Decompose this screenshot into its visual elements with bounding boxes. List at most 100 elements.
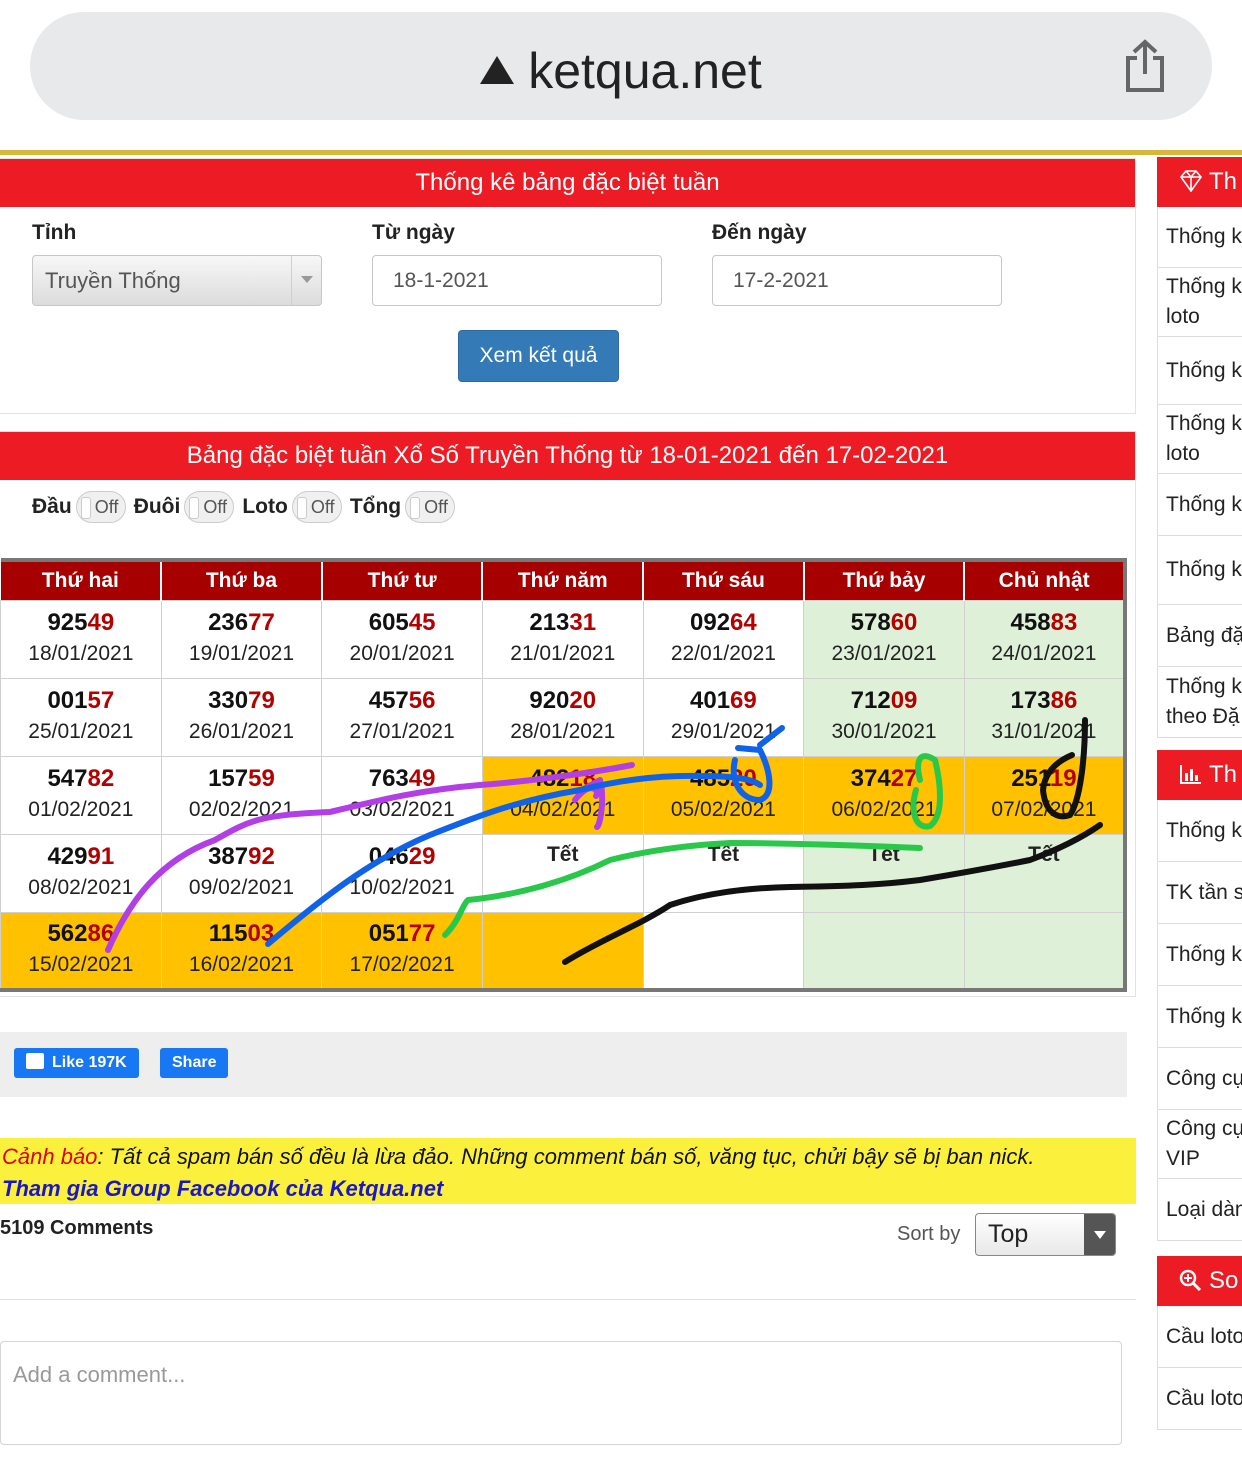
sidebar-link-text: loto (1166, 305, 1200, 328)
sidebar-link[interactable]: TK tần s (1157, 862, 1242, 924)
sidebar-link[interactable]: Loại dàn (1157, 1179, 1242, 1241)
toggle-switch[interactable]: Off (291, 491, 342, 523)
facebook-share-button[interactable]: Share (160, 1048, 229, 1078)
sidebar-link-text: Cầu loto (1166, 1324, 1242, 1348)
sidebar-link[interactable]: Thống k (1157, 207, 1242, 268)
sidebar-link-text: Thống k (1166, 1004, 1242, 1028)
sidebar-link[interactable]: Thống k loto (1157, 405, 1242, 474)
address-bar[interactable]: ketqua.net (30, 12, 1212, 120)
sort-select[interactable]: Top (975, 1213, 1116, 1256)
special-number: 11503 (162, 919, 322, 949)
number-tail: 31 (569, 609, 597, 636)
result-cell: 56286 15/02/2021 (0, 911, 162, 991)
special-number: 92020 (483, 686, 643, 716)
toggle-switch[interactable]: Off (184, 491, 235, 523)
warning-text: : Tất cả spam bán số đều là lừa đảo. Nhữ… (97, 1144, 1035, 1169)
warning-icon (480, 56, 515, 84)
result-cell: 76349 03/02/2021 (321, 755, 483, 835)
number-tail: 86 (1050, 687, 1078, 714)
number-tail: 45 (408, 609, 436, 636)
result-date: 22/01/2021 (670, 642, 776, 665)
sidebar-link[interactable]: Thống k (1157, 337, 1242, 405)
special-number: 60545 (322, 608, 482, 638)
special-number: 45756 (322, 686, 482, 716)
sidebar-link[interactable]: Công cụ (1157, 1048, 1242, 1110)
special-number: 45883 (965, 608, 1123, 638)
chevron-down-icon (1084, 1214, 1115, 1255)
special-number: 33079 (162, 686, 322, 716)
province-select[interactable]: Truyền Thống (32, 255, 322, 306)
toggle-switch[interactable]: Off (75, 491, 126, 523)
number-head: 330 (208, 687, 249, 714)
view-results-button[interactable]: Xem kết quả (458, 330, 619, 382)
sidebar-link[interactable]: Thống k theo Đặ (1157, 667, 1242, 738)
chevron-down-icon (291, 256, 321, 305)
sidebar-link-text: theo Đặ (1166, 705, 1240, 728)
result-cell: 33079 26/01/2021 (160, 677, 323, 757)
to-date-input[interactable]: 17-2-2021 (712, 255, 1002, 306)
bar-chart-icon (1179, 753, 1203, 784)
number-tail: 19 (1049, 765, 1077, 792)
social-bar: Like 197K Share (0, 1032, 1127, 1097)
number-head: 485 (690, 765, 731, 792)
sidebar-heading-label: Th (1209, 168, 1238, 195)
number-head: 920 (529, 687, 570, 714)
number-head: 157 (208, 765, 249, 792)
number-head: 173 (1010, 687, 1051, 714)
special-number: 57860 (804, 608, 964, 638)
sidebar-link[interactable]: Cầu loto (1157, 1306, 1242, 1368)
comments-count: 5109 Comments (0, 1217, 154, 1239)
sidebar-link[interactable]: Thống k loto (1157, 268, 1242, 337)
number-head: 547 (47, 765, 88, 792)
sidebar-link[interactable]: Cầu loto (1157, 1368, 1242, 1430)
sidebar-link[interactable]: Thống k (1157, 536, 1242, 605)
like-label: Like 197K (52, 1054, 127, 1071)
number-tail: 57 (87, 687, 115, 714)
result-date: 20/01/2021 (349, 642, 455, 665)
number-head: 712 (850, 687, 891, 714)
sidebar-link-text: Công cụ (1166, 1066, 1242, 1090)
divider (0, 1299, 1136, 1300)
toggle-label: Tổng (349, 495, 402, 518)
facebook-group-link[interactable]: Tham gia Group Facebook của Ketqua.net (2, 1176, 443, 1202)
number-head: 374 (850, 765, 891, 792)
result-cell: Tết (963, 833, 1126, 913)
comment-input[interactable]: Add a comment... (0, 1341, 1122, 1445)
result-date: 31/01/2021 (991, 720, 1097, 743)
table-row: 92549 18/01/2021 23677 19/01/2021 60545 20/01… (0, 599, 1126, 679)
sidebar-link-text: Thống k (1166, 558, 1242, 581)
result-cell: 04629 10/02/2021 (321, 833, 483, 913)
sidebar-link[interactable]: Thống k (1157, 800, 1242, 862)
share-icon[interactable] (1122, 38, 1168, 94)
sidebar-link-text: TK tần s (1166, 880, 1242, 904)
sidebar: Th Thống k Thống k loto Thống k Thống k loto Th… (1157, 157, 1242, 1457)
result-cell: 11503 16/02/2021 (160, 911, 323, 991)
sidebar-link[interactable]: Thống k (1157, 986, 1242, 1048)
sidebar-link[interactable]: Thống k (1157, 924, 1242, 986)
number-tail: 64 (730, 609, 757, 636)
sidebar-link[interactable]: Bảng đặ (1157, 605, 1242, 667)
number-head: 429 (47, 843, 88, 870)
result-date: 25/01/2021 (28, 720, 134, 743)
result-date: 27/01/2021 (349, 720, 455, 743)
number-head: 605 (368, 609, 409, 636)
result-date: 10/02/2021 (349, 876, 455, 899)
number-head: 925 (47, 609, 88, 636)
number-tail: 59 (248, 765, 275, 792)
number-tail: 82 (87, 765, 115, 792)
number-tail: 91 (87, 843, 115, 870)
toggle-switch[interactable]: Off (405, 491, 456, 523)
sidebar-link[interactable]: Thống k (1157, 474, 1242, 536)
special-number: 17386 (965, 686, 1123, 716)
result-cell: 38792 09/02/2021 (160, 833, 323, 913)
result-date: 09/02/2021 (188, 876, 295, 899)
facebook-like-button[interactable]: Like 197K (14, 1048, 139, 1078)
special-number: 92549 (1, 608, 161, 638)
result-date: 21/01/2021 (510, 642, 616, 665)
from-date-input[interactable]: 18-1-2021 (372, 255, 662, 306)
sidebar-link[interactable]: Công cụ VIP (1157, 1110, 1242, 1179)
number-tail: 83 (1050, 609, 1078, 636)
number-tail: 03 (247, 920, 275, 948)
sidebar-link-text: Thống k (1166, 675, 1242, 698)
comment-warning: Cảnh báo: Tất cả spam bán số đều là lừa … (0, 1138, 1136, 1204)
